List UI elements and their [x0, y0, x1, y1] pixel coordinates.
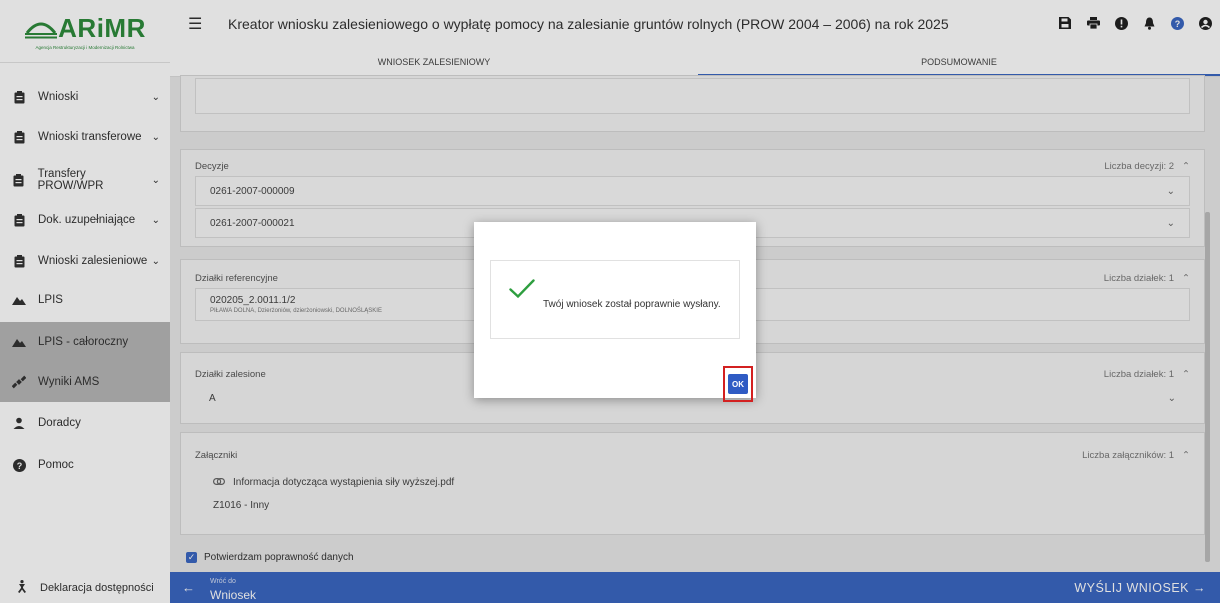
message-box: Twój wniosek został poprawnie wysłany.: [490, 260, 740, 339]
success-dialog: Twój wniosek został poprawnie wysłany. O…: [474, 222, 756, 402]
success-message: Twój wniosek został poprawnie wysłany.: [543, 299, 721, 310]
ok-button-highlight: OK: [723, 366, 753, 402]
ok-button[interactable]: OK: [728, 374, 748, 394]
checkmark-icon: [509, 279, 535, 302]
